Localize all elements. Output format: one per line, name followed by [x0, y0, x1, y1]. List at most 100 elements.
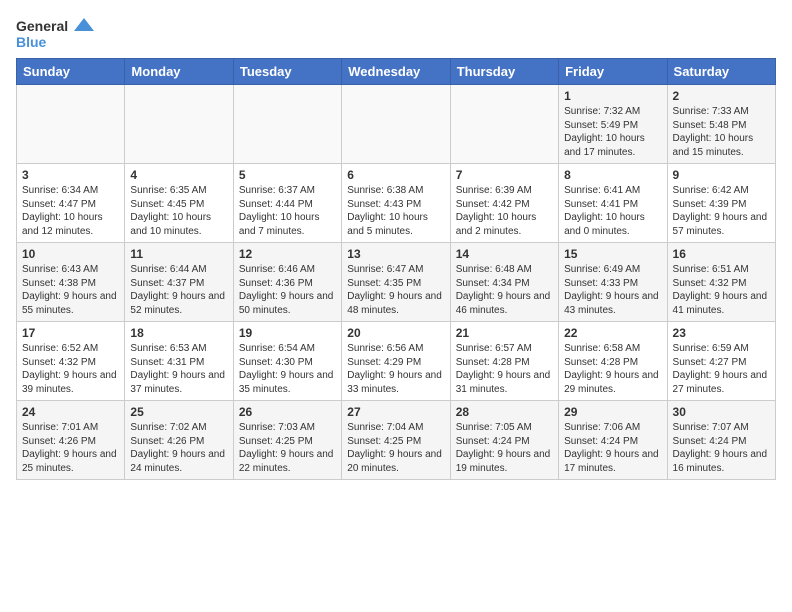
day-number: 19: [239, 326, 336, 340]
day-info: Sunrise: 6:35 AM Sunset: 4:45 PM Dayligh…: [130, 184, 227, 238]
calendar-cell: 1 Sunrise: 7:32 AM Sunset: 5:49 PM Daylig…: [559, 85, 667, 164]
day-info: Sunrise: 6:52 AM Sunset: 4:32 PM Dayligh…: [22, 342, 119, 396]
day-number: 8: [564, 168, 661, 182]
svg-text:Blue: Blue: [16, 34, 47, 50]
day-info: Sunrise: 7:04 AM Sunset: 4:25 PM Dayligh…: [347, 421, 444, 475]
calendar-cell: [450, 85, 558, 164]
day-info: Sunrise: 7:32 AM Sunset: 5:49 PM Dayligh…: [564, 105, 661, 159]
day-number: 12: [239, 247, 336, 261]
day-info: Sunrise: 6:51 AM Sunset: 4:32 PM Dayligh…: [673, 263, 770, 317]
calendar-cell: 23 Sunrise: 6:59 AM Sunset: 4:27 PM Dayli…: [667, 322, 775, 401]
day-number: 28: [456, 405, 553, 419]
day-info: Sunrise: 6:46 AM Sunset: 4:36 PM Dayligh…: [239, 263, 336, 317]
day-header-wednesday: Wednesday: [342, 59, 450, 85]
calendar-week-row: 1 Sunrise: 7:32 AM Sunset: 5:49 PM Daylig…: [17, 85, 776, 164]
calendar-cell: 6 Sunrise: 6:38 AM Sunset: 4:43 PM Daylig…: [342, 164, 450, 243]
day-number: 14: [456, 247, 553, 261]
calendar-cell: 19 Sunrise: 6:54 AM Sunset: 4:30 PM Dayli…: [233, 322, 341, 401]
day-header-sunday: Sunday: [17, 59, 125, 85]
day-number: 11: [130, 247, 227, 261]
calendar-cell: 29 Sunrise: 7:06 AM Sunset: 4:24 PM Dayli…: [559, 401, 667, 480]
day-info: Sunrise: 6:56 AM Sunset: 4:29 PM Dayligh…: [347, 342, 444, 396]
day-info: Sunrise: 7:33 AM Sunset: 5:48 PM Dayligh…: [673, 105, 770, 159]
day-number: 24: [22, 405, 119, 419]
calendar-cell: 11 Sunrise: 6:44 AM Sunset: 4:37 PM Dayli…: [125, 243, 233, 322]
calendar-cell: 14 Sunrise: 6:48 AM Sunset: 4:34 PM Dayli…: [450, 243, 558, 322]
calendar-cell: 17 Sunrise: 6:52 AM Sunset: 4:32 PM Dayli…: [17, 322, 125, 401]
calendar-week-row: 24Sunrise: 7:01 AM Sunset: 4:26 PM Dayli…: [17, 401, 776, 480]
calendar-cell: 9 Sunrise: 6:42 AM Sunset: 4:39 PM Daylig…: [667, 164, 775, 243]
page-header: General Blue: [16, 16, 776, 52]
calendar-week-row: 3Sunrise: 6:34 AM Sunset: 4:47 PM Daylig…: [17, 164, 776, 243]
calendar-cell: 24Sunrise: 7:01 AM Sunset: 4:26 PM Dayli…: [17, 401, 125, 480]
day-number: 13: [347, 247, 444, 261]
day-info: Sunrise: 6:42 AM Sunset: 4:39 PM Dayligh…: [673, 184, 770, 238]
day-number: 4: [130, 168, 227, 182]
day-info: Sunrise: 6:58 AM Sunset: 4:28 PM Dayligh…: [564, 342, 661, 396]
calendar-cell: 26 Sunrise: 7:03 AM Sunset: 4:25 PM Dayli…: [233, 401, 341, 480]
day-info: Sunrise: 7:03 AM Sunset: 4:25 PM Dayligh…: [239, 421, 336, 475]
day-number: 15: [564, 247, 661, 261]
calendar-cell: 7 Sunrise: 6:39 AM Sunset: 4:42 PM Daylig…: [450, 164, 558, 243]
day-info: Sunrise: 7:07 AM Sunset: 4:24 PM Dayligh…: [673, 421, 770, 475]
calendar-table: SundayMondayTuesdayWednesdayThursdayFrid…: [16, 58, 776, 480]
calendar-cell: 21 Sunrise: 6:57 AM Sunset: 4:28 PM Dayli…: [450, 322, 558, 401]
day-info: Sunrise: 6:38 AM Sunset: 4:43 PM Dayligh…: [347, 184, 444, 238]
day-number: 29: [564, 405, 661, 419]
day-number: 26: [239, 405, 336, 419]
calendar-cell: 10Sunrise: 6:43 AM Sunset: 4:38 PM Dayli…: [17, 243, 125, 322]
day-number: 23: [673, 326, 770, 340]
calendar-cell: 2 Sunrise: 7:33 AM Sunset: 5:48 PM Daylig…: [667, 85, 775, 164]
day-info: Sunrise: 6:53 AM Sunset: 4:31 PM Dayligh…: [130, 342, 227, 396]
day-header-tuesday: Tuesday: [233, 59, 341, 85]
calendar-week-row: 10Sunrise: 6:43 AM Sunset: 4:38 PM Dayli…: [17, 243, 776, 322]
calendar-cell: 18 Sunrise: 6:53 AM Sunset: 4:31 PM Dayli…: [125, 322, 233, 401]
calendar-cell: 13 Sunrise: 6:47 AM Sunset: 4:35 PM Dayli…: [342, 243, 450, 322]
day-info: Sunrise: 6:59 AM Sunset: 4:27 PM Dayligh…: [673, 342, 770, 396]
day-number: 21: [456, 326, 553, 340]
calendar-header-row: SundayMondayTuesdayWednesdayThursdayFrid…: [17, 59, 776, 85]
day-info: Sunrise: 6:34 AM Sunset: 4:47 PM Dayligh…: [22, 184, 119, 238]
day-number: 6: [347, 168, 444, 182]
day-number: 27: [347, 405, 444, 419]
day-number: 1: [564, 89, 661, 103]
day-info: Sunrise: 7:05 AM Sunset: 4:24 PM Dayligh…: [456, 421, 553, 475]
day-number: 18: [130, 326, 227, 340]
calendar-cell: [125, 85, 233, 164]
day-info: Sunrise: 6:49 AM Sunset: 4:33 PM Dayligh…: [564, 263, 661, 317]
calendar-cell: 3Sunrise: 6:34 AM Sunset: 4:47 PM Daylig…: [17, 164, 125, 243]
calendar-cell: 4 Sunrise: 6:35 AM Sunset: 4:45 PM Daylig…: [125, 164, 233, 243]
calendar-cell: 25 Sunrise: 7:02 AM Sunset: 4:26 PM Dayli…: [125, 401, 233, 480]
day-number: 17: [22, 326, 119, 340]
calendar-cell: 5 Sunrise: 6:37 AM Sunset: 4:44 PM Daylig…: [233, 164, 341, 243]
day-info: Sunrise: 7:02 AM Sunset: 4:26 PM Dayligh…: [130, 421, 227, 475]
calendar-cell: [342, 85, 450, 164]
day-header-thursday: Thursday: [450, 59, 558, 85]
calendar-cell: 8Sunrise: 6:41 AM Sunset: 4:41 PM Daylig…: [559, 164, 667, 243]
day-info: Sunrise: 6:44 AM Sunset: 4:37 PM Dayligh…: [130, 263, 227, 317]
calendar-cell: 20Sunrise: 6:56 AM Sunset: 4:29 PM Dayli…: [342, 322, 450, 401]
day-info: Sunrise: 6:48 AM Sunset: 4:34 PM Dayligh…: [456, 263, 553, 317]
day-number: 25: [130, 405, 227, 419]
day-number: 16: [673, 247, 770, 261]
day-info: Sunrise: 6:39 AM Sunset: 4:42 PM Dayligh…: [456, 184, 553, 238]
day-info: Sunrise: 6:47 AM Sunset: 4:35 PM Dayligh…: [347, 263, 444, 317]
day-info: Sunrise: 6:37 AM Sunset: 4:44 PM Dayligh…: [239, 184, 336, 238]
calendar-week-row: 17 Sunrise: 6:52 AM Sunset: 4:32 PM Dayli…: [17, 322, 776, 401]
logo: General Blue: [16, 16, 96, 52]
day-info: Sunrise: 7:06 AM Sunset: 4:24 PM Dayligh…: [564, 421, 661, 475]
calendar-cell: 27 Sunrise: 7:04 AM Sunset: 4:25 PM Dayli…: [342, 401, 450, 480]
day-number: 22: [564, 326, 661, 340]
svg-text:General: General: [16, 18, 68, 34]
calendar-cell: 12 Sunrise: 6:46 AM Sunset: 4:36 PM Dayli…: [233, 243, 341, 322]
day-number: 7: [456, 168, 553, 182]
logo-svg: General Blue: [16, 16, 96, 52]
day-info: Sunrise: 6:54 AM Sunset: 4:30 PM Dayligh…: [239, 342, 336, 396]
day-header-saturday: Saturday: [667, 59, 775, 85]
day-number: 9: [673, 168, 770, 182]
day-info: Sunrise: 6:57 AM Sunset: 4:28 PM Dayligh…: [456, 342, 553, 396]
calendar-cell: [17, 85, 125, 164]
day-number: 2: [673, 89, 770, 103]
day-number: 5: [239, 168, 336, 182]
calendar-cell: 22 Sunrise: 6:58 AM Sunset: 4:28 PM Dayli…: [559, 322, 667, 401]
